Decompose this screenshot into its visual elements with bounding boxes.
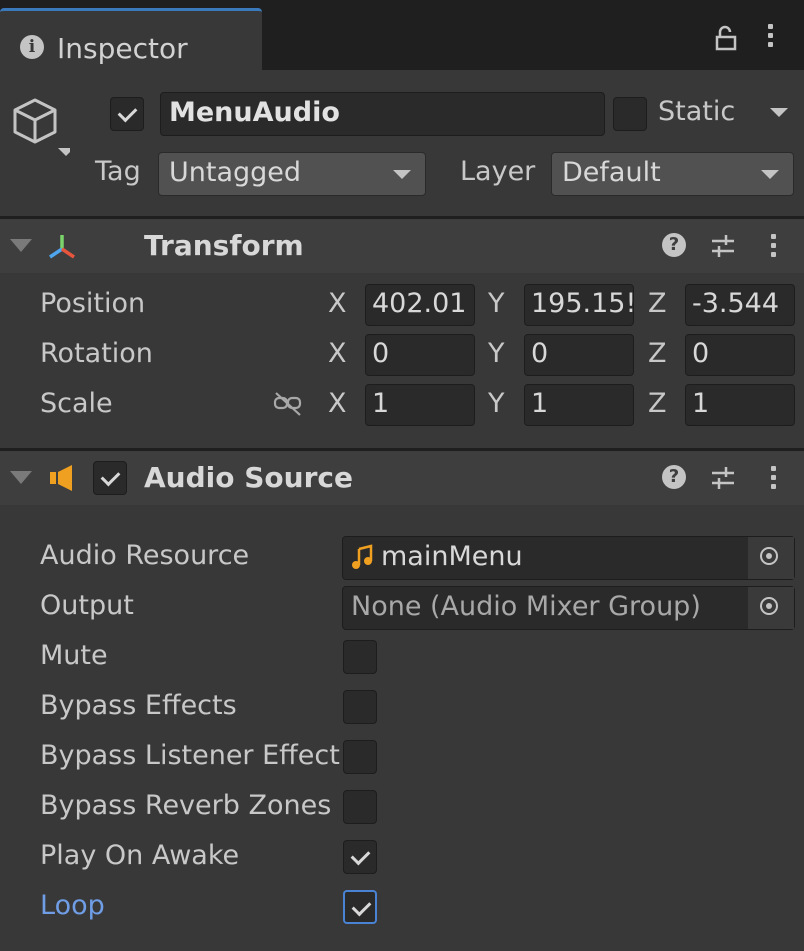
tag-dropdown[interactable]: Untagged xyxy=(158,152,426,196)
static-checkbox[interactable] xyxy=(613,97,647,131)
layer-value: Default xyxy=(562,157,661,188)
info-icon: i xyxy=(20,35,44,59)
transform-header[interactable]: Transform ? xyxy=(0,219,804,273)
gameobject-icon[interactable] xyxy=(10,96,74,160)
inspector-tab[interactable]: i Inspector xyxy=(0,8,262,70)
axis-x-label: X xyxy=(328,388,347,419)
bypass-listener-effects-checkbox[interactable] xyxy=(343,740,377,774)
help-icon[interactable]: ? xyxy=(662,465,686,489)
audio-resource-field[interactable]: mainMenu xyxy=(342,536,795,580)
gameobject-name: MenuAudio xyxy=(169,97,340,128)
foldout-arrow-icon[interactable] xyxy=(10,239,32,252)
gameobject-name-field[interactable]: MenuAudio xyxy=(160,92,605,136)
position-y-field[interactable]: 195.15! xyxy=(524,284,634,326)
mute-label: Mute xyxy=(40,640,108,671)
axis-x-label: X xyxy=(328,288,347,319)
scale-x-value: 1 xyxy=(372,388,390,419)
chevron-down-icon xyxy=(393,170,411,179)
layer-label: Layer xyxy=(460,156,536,187)
gameobject-active-checkbox[interactable] xyxy=(110,97,144,131)
output-field[interactable]: None (Audio Mixer Group) xyxy=(342,586,795,630)
rotation-y-value: 0 xyxy=(531,338,549,369)
chevron-down-icon xyxy=(761,170,779,179)
audio-clip-icon xyxy=(351,543,375,571)
lock-icon[interactable] xyxy=(712,24,740,52)
tab-menu-icon[interactable] xyxy=(767,24,775,51)
loop-label: Loop xyxy=(40,890,105,921)
scale-z-field[interactable]: 1 xyxy=(685,384,795,426)
presets-icon[interactable] xyxy=(708,463,738,493)
audio-source-header[interactable]: Audio Source ? xyxy=(0,451,804,505)
foldout-arrow-icon[interactable] xyxy=(10,471,32,484)
audio-source-enabled-checkbox[interactable] xyxy=(93,461,127,495)
mute-checkbox[interactable] xyxy=(343,640,377,674)
static-label: Static xyxy=(658,96,736,127)
transform-title: Transform xyxy=(144,229,304,262)
rotation-y-field[interactable]: 0 xyxy=(524,334,634,376)
audio-resource-label: Audio Resource xyxy=(40,540,250,571)
bypass-reverb-zones-label: Bypass Reverb Zones xyxy=(40,790,332,821)
scale-x-field[interactable]: 1 xyxy=(365,384,475,426)
scale-y-field[interactable]: 1 xyxy=(524,384,634,426)
axis-z-label: Z xyxy=(648,388,667,419)
position-z-value: -3.544 xyxy=(692,288,780,319)
object-picker-icon[interactable] xyxy=(747,537,794,579)
output-label: Output xyxy=(40,590,134,621)
position-y-value: 195.15! xyxy=(531,288,634,319)
bypass-listener-effects-label: Bypass Listener Effects xyxy=(40,740,340,771)
axis-x-label: X xyxy=(328,338,347,369)
scale-y-value: 1 xyxy=(531,388,549,419)
rotation-x-field[interactable]: 0 xyxy=(365,334,475,376)
transform-icon xyxy=(44,231,80,263)
axis-y-label: Y xyxy=(488,288,505,319)
bypass-effects-label: Bypass Effects xyxy=(40,690,237,721)
audio-resource-value: mainMenu xyxy=(381,541,523,572)
rotation-label: Rotation xyxy=(40,338,153,369)
constrain-proportions-icon[interactable] xyxy=(272,390,304,418)
axis-z-label: Z xyxy=(648,288,667,319)
audio-source-icon xyxy=(48,463,78,493)
axis-y-label: Y xyxy=(488,338,505,369)
layer-dropdown[interactable]: Default xyxy=(551,152,794,196)
component-menu-icon[interactable] xyxy=(770,466,778,493)
help-icon[interactable]: ? xyxy=(662,233,686,257)
transform-fields: Position X 402.01 Y 195.15! Z -3.544 Rot… xyxy=(0,280,804,430)
audio-source-title: Audio Source xyxy=(144,461,353,494)
position-x-field[interactable]: 402.01 xyxy=(365,284,475,326)
position-x-value: 402.01 xyxy=(372,288,467,319)
tab-title: Inspector xyxy=(57,32,188,65)
bypass-reverb-zones-checkbox[interactable] xyxy=(343,790,377,824)
output-value: None (Audio Mixer Group) xyxy=(351,591,701,622)
tag-value: Untagged xyxy=(169,157,302,188)
loop-checkbox[interactable] xyxy=(343,890,377,924)
scale-label: Scale xyxy=(40,388,113,419)
tag-label: Tag xyxy=(95,156,141,187)
scale-z-value: 1 xyxy=(692,388,710,419)
axis-z-label: Z xyxy=(648,338,667,369)
position-z-field[interactable]: -3.544 xyxy=(685,284,795,326)
bypass-effects-checkbox[interactable] xyxy=(343,690,377,724)
rotation-x-value: 0 xyxy=(372,338,390,369)
static-dropdown-icon[interactable] xyxy=(770,108,788,117)
play-on-awake-checkbox[interactable] xyxy=(343,840,377,874)
rotation-z-value: 0 xyxy=(692,338,710,369)
presets-icon[interactable] xyxy=(708,231,738,261)
position-label: Position xyxy=(40,288,146,319)
rotation-z-field[interactable]: 0 xyxy=(685,334,795,376)
component-menu-icon[interactable] xyxy=(770,234,778,261)
axis-y-label: Y xyxy=(488,388,505,419)
object-picker-icon[interactable] xyxy=(747,587,794,629)
play-on-awake-label: Play On Awake xyxy=(40,840,240,871)
